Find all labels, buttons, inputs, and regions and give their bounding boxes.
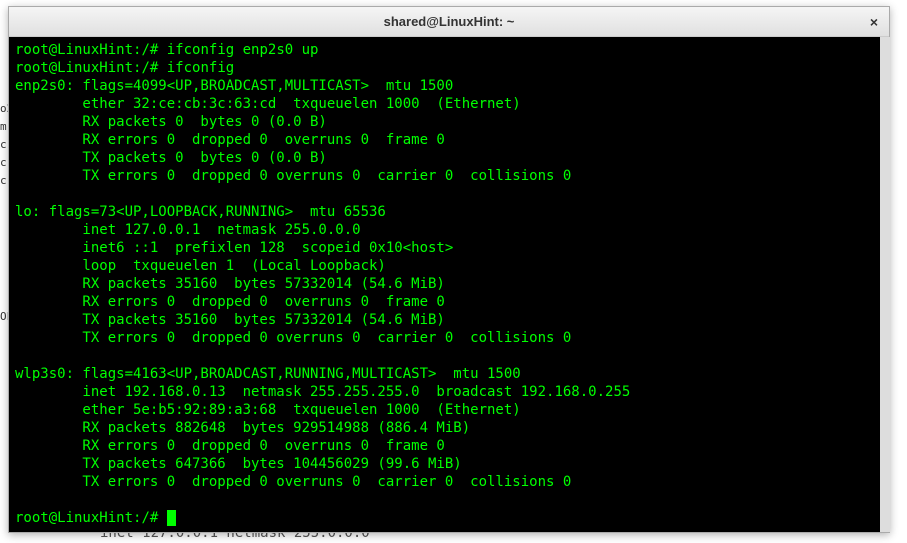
prompt-path: /# [141, 510, 158, 526]
wlp3s0-tx-packets: TX packets 647366 bytes 104456029 (99.6 … [15, 455, 883, 473]
command-1: ifconfig enp2s0 up [167, 42, 319, 58]
command-2: ifconfig [167, 60, 234, 76]
prompt-user: root@LinuxHint [15, 42, 133, 58]
close-icon[interactable]: × [865, 13, 883, 31]
window-title: shared@LinuxHint: ~ [384, 14, 515, 29]
enp2s0-ether: ether 32:ce:cb:3c:63:cd txqueuelen 1000 … [15, 95, 883, 113]
lo-rx-packets: RX packets 35160 bytes 57332014 (54.6 Mi… [15, 275, 883, 293]
wlp3s0-rx-errors: RX errors 0 dropped 0 overruns 0 frame 0 [15, 437, 883, 455]
wlp3s0-rx-packets: RX packets 882648 bytes 929514988 (886.4… [15, 419, 883, 437]
enp2s0-rx-packets: RX packets 0 bytes 0 (0.0 B) [15, 113, 883, 131]
lo-tx-errors: TX errors 0 dropped 0 overruns 0 carrier… [15, 329, 883, 347]
lo-rx-errors: RX errors 0 dropped 0 overruns 0 frame 0 [15, 293, 883, 311]
scrollbar[interactable] [880, 37, 890, 532]
enp2s0-header: enp2s0: flags=4099<UP,BROADCAST,MULTICAS… [15, 77, 883, 95]
lo-header: lo: flags=73<UP,LOOPBACK,RUNNING> mtu 65… [15, 203, 883, 221]
terminal-output[interactable]: root@LinuxHint:/# ifconfig enp2s0 uproot… [9, 37, 889, 532]
prompt-path: /# [141, 42, 158, 58]
cursor [167, 510, 176, 526]
enp2s0-tx-packets: TX packets 0 bytes 0 (0.0 B) [15, 149, 883, 167]
lo-inet6: inet6 ::1 prefixlen 128 scopeid 0x10<hos… [15, 239, 883, 257]
wlp3s0-tx-errors: TX errors 0 dropped 0 overruns 0 carrier… [15, 473, 883, 491]
wlp3s0-ether: ether 5e:b5:92:89:a3:68 txqueuelen 1000 … [15, 401, 883, 419]
window-titlebar[interactable]: shared@LinuxHint: ~ × [9, 7, 889, 37]
prompt-user: root@LinuxHint [15, 510, 133, 526]
wlp3s0-header: wlp3s0: flags=4163<UP,BROADCAST,RUNNING,… [15, 365, 883, 383]
prompt-path: /# [141, 60, 158, 76]
enp2s0-rx-errors: RX errors 0 dropped 0 overruns 0 frame 0 [15, 131, 883, 149]
enp2s0-tx-errors: TX errors 0 dropped 0 overruns 0 carrier… [15, 167, 883, 185]
lo-tx-packets: TX packets 35160 bytes 57332014 (54.6 Mi… [15, 311, 883, 329]
wlp3s0-inet: inet 192.168.0.13 netmask 255.255.255.0 … [15, 383, 883, 401]
prompt-user: root@LinuxHint [15, 60, 133, 76]
terminal-window: shared@LinuxHint: ~ × root@LinuxHint:/# … [8, 6, 890, 533]
lo-inet: inet 127.0.0.1 netmask 255.0.0.0 [15, 221, 883, 239]
lo-loop: loop txqueuelen 1 (Local Loopback) [15, 257, 883, 275]
